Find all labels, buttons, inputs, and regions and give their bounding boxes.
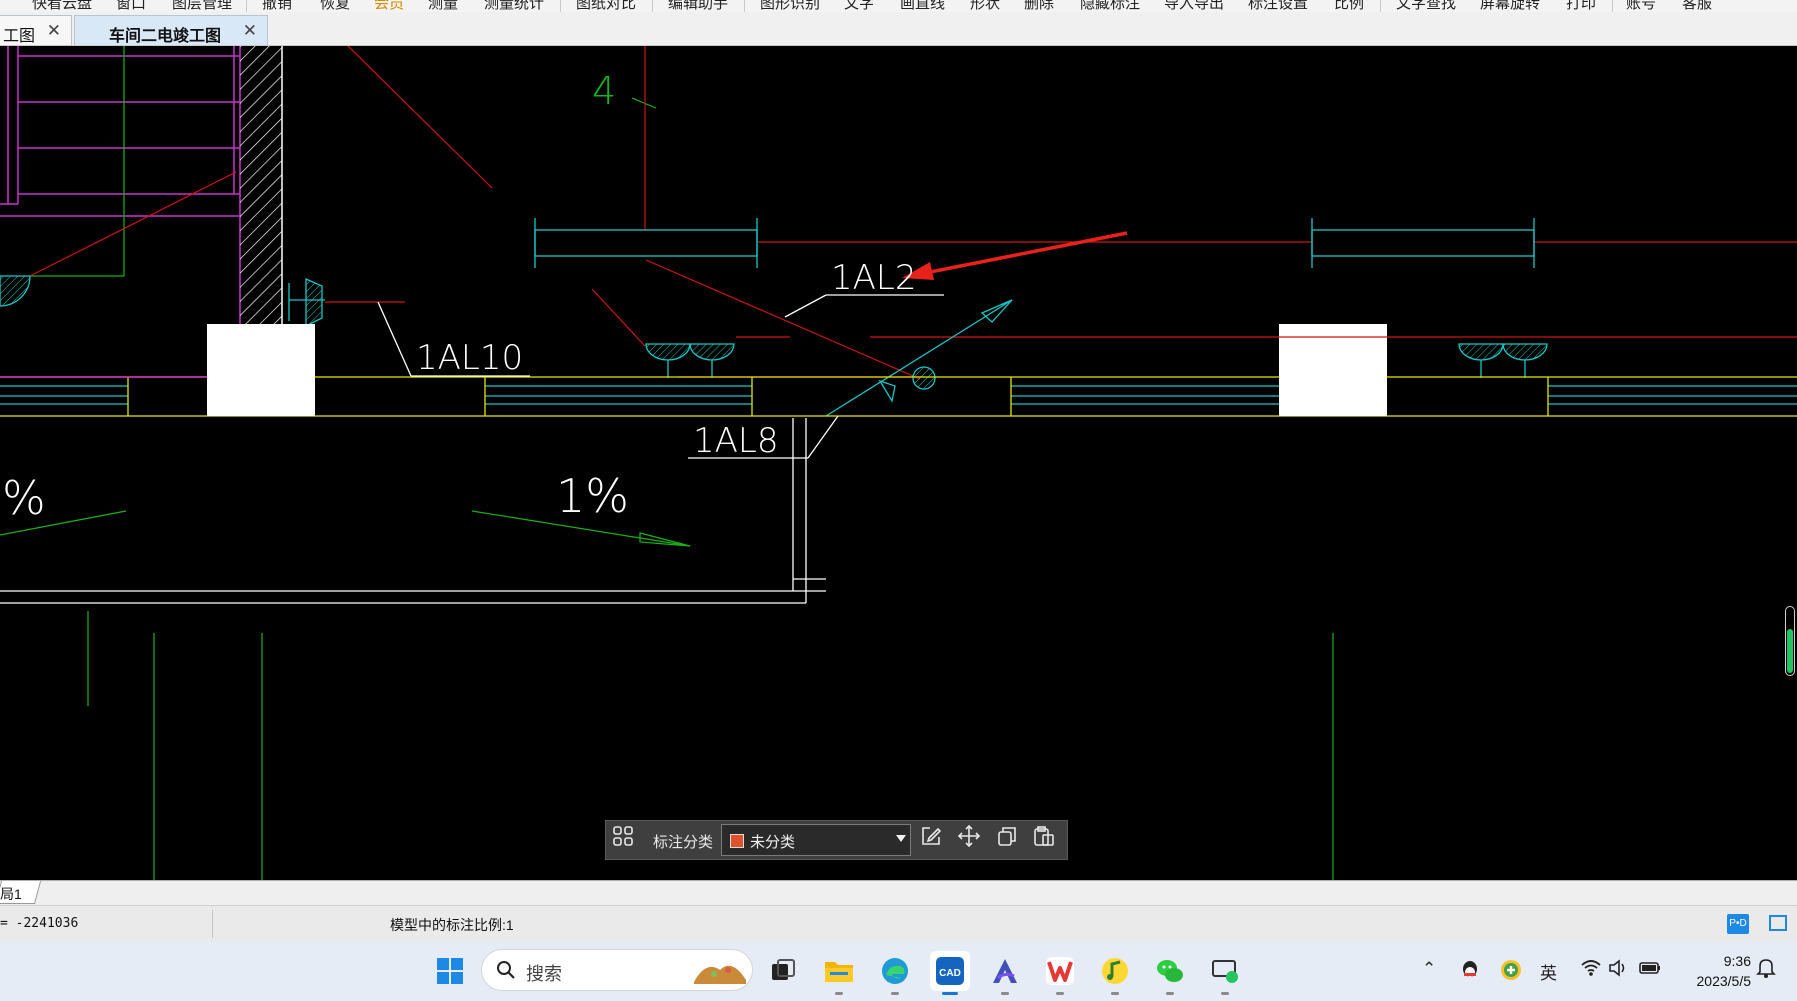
svg-text:CAD: CAD [939, 968, 961, 979]
clock-date: 2023/5/5 [1696, 973, 1752, 989]
column [207, 324, 315, 416]
system-clock[interactable]: 9:36 2023/5/5 [1676, 951, 1752, 991]
chevron-down-icon [896, 835, 906, 842]
ime-indicator[interactable]: 英 [1540, 959, 1557, 984]
music-app-icon[interactable] [1095, 951, 1135, 995]
category-value: 未分类 [750, 834, 796, 851]
windows-start-icon[interactable] [430, 951, 470, 991]
tab-drawing-1[interactable]: 工图 ✕ [0, 15, 72, 45]
category-color-swatch [730, 834, 744, 848]
layout-tab-label[interactable]: 局1 [0, 884, 22, 904]
shield-plus-icon[interactable] [1500, 959, 1522, 986]
cad-drawing: 1AL2 1AL10 1AL8 % 1% 4 [0, 46, 1797, 880]
grid-icon[interactable] [612, 825, 642, 855]
menu-separator [246, 0, 247, 12]
paste-icon[interactable] [1033, 825, 1063, 855]
menu-separator [652, 0, 653, 12]
annotation-category-label: 标注分类 [653, 834, 714, 851]
wps-icon[interactable] [1040, 951, 1080, 995]
move-icon[interactable] [958, 825, 988, 855]
app-a-icon[interactable] [985, 951, 1025, 995]
qq-icon[interactable] [1460, 959, 1480, 986]
edge-browser-icon[interactable] [875, 951, 915, 995]
hatched-wall [240, 46, 282, 371]
status-bar: = -2241036 模型中的标注比例:1 P•D [0, 905, 1797, 942]
layout-tab-bar: 局1 [0, 880, 1797, 905]
cad-viewer-icon[interactable]: CAD [930, 951, 970, 995]
column [1279, 324, 1387, 416]
drawing-canvas[interactable]: 1AL2 1AL10 1AL8 % 1% 4 标注分类 未分类 [0, 46, 1797, 880]
notification-bell-icon[interactable] [1756, 957, 1776, 984]
zoom-slider-fill [1787, 629, 1793, 673]
menu-separator [744, 0, 745, 12]
tab-label: 工图 [3, 28, 36, 45]
green-lines [0, 46, 1334, 880]
axis-mark: 4 [592, 69, 616, 113]
slope-label-right: 1% [556, 469, 629, 523]
close-icon[interactable]: ✕ [243, 21, 257, 41]
taskbar-search[interactable]: 搜索 [481, 949, 753, 991]
status-divider [212, 910, 213, 938]
annotation-toolbar: 标注分类 未分类 [605, 820, 1068, 860]
menu-separator [560, 0, 561, 12]
slope-label-left: % [2, 471, 46, 525]
tab-label: 车间二电竣工图 [109, 28, 222, 45]
wifi-icon[interactable] [1580, 959, 1602, 982]
search-placeholder: 搜索 [526, 964, 562, 984]
battery-icon[interactable] [1638, 959, 1662, 982]
label-1al10[interactable]: 1AL10 [416, 338, 523, 378]
coordinate-readout: = -2241036 [0, 916, 79, 931]
search-icon [497, 961, 515, 979]
window-icon[interactable] [1769, 915, 1787, 931]
annotation-arrow[interactable] [902, 231, 1128, 280]
task-view-icon[interactable] [763, 951, 803, 991]
label-1al2[interactable]: 1AL2 [831, 258, 916, 298]
wechat-icon[interactable] [1150, 951, 1190, 995]
menu-separator [1380, 0, 1381, 12]
clock-time: 9:36 [1723, 953, 1751, 969]
annotation-scale: 模型中的标注比例:1 [390, 917, 514, 933]
tab-drawing-2[interactable]: 车间二电竣工图 ✕ [74, 15, 268, 45]
speaker-icon[interactable] [1608, 959, 1630, 982]
pd-icon[interactable]: P•D [1727, 914, 1749, 934]
search-highlight-icon [694, 965, 746, 984]
remote-desktop-icon[interactable] [1205, 951, 1245, 995]
stair-lines [0, 46, 241, 371]
zoom-slider[interactable] [1785, 606, 1795, 676]
copy-icon[interactable] [996, 825, 1026, 855]
label-1al8[interactable]: 1AL8 [693, 421, 778, 461]
annotation-category-select[interactable]: 未分类 [721, 824, 911, 856]
edit-icon[interactable] [920, 825, 950, 855]
chevron-up-icon[interactable]: ⌃ [1422, 959, 1436, 979]
menu-separator [1612, 0, 1613, 12]
file-explorer-icon[interactable] [819, 951, 859, 995]
document-tab-bar: 工图 ✕ 车间二电竣工图 ✕ [0, 12, 1797, 46]
taskbar: 搜索 CAD ⌃ 英 9:36 2023/5/5 [0, 941, 1797, 1001]
close-icon[interactable]: ✕ [47, 21, 61, 41]
